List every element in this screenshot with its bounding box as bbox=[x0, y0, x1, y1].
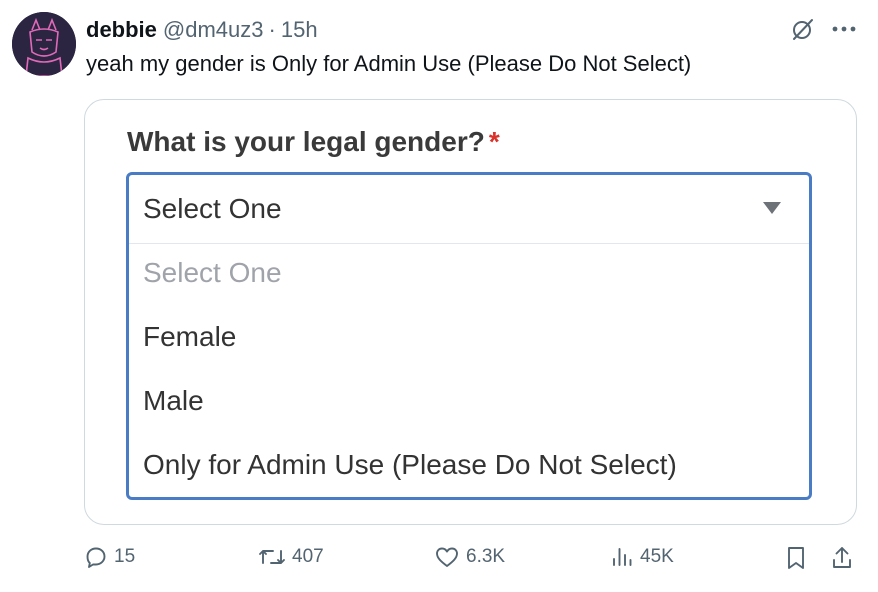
tweet-header: debbie @dm4uz3 · 15h bbox=[86, 16, 318, 44]
bookmark-button[interactable] bbox=[785, 545, 807, 571]
repost-count: 407 bbox=[292, 546, 324, 567]
tweet: debbie @dm4uz3 · 15h yeah my gender is Only… bbox=[0, 0, 878, 592]
question-label: What is your legal gender? bbox=[127, 126, 485, 157]
reply-button[interactable]: 15 bbox=[84, 545, 135, 569]
repost-button[interactable]: 407 bbox=[258, 545, 324, 569]
required-marker: * bbox=[488, 126, 500, 157]
gender-select[interactable]: Select One Select One Female Male Only f… bbox=[126, 172, 812, 500]
tweet-time[interactable]: 15h bbox=[281, 17, 318, 42]
grok-icon[interactable] bbox=[790, 16, 816, 42]
repost-icon bbox=[258, 545, 286, 569]
views-count: 45K bbox=[640, 546, 674, 567]
author-name[interactable]: debbie bbox=[86, 17, 157, 42]
reply-count: 15 bbox=[114, 546, 136, 567]
select-current-value: Select One bbox=[143, 193, 282, 224]
select-option[interactable]: Male bbox=[143, 385, 204, 417]
chevron-down-icon[interactable] bbox=[763, 201, 781, 219]
avatar-drawing bbox=[12, 12, 76, 76]
reply-icon bbox=[84, 545, 108, 569]
tweet-actions: 15 407 6.3K 45K bbox=[0, 545, 878, 579]
select-option[interactable]: Only for Admin Use (Please Do Not Select… bbox=[143, 449, 677, 481]
tweet-top-icons bbox=[790, 16, 856, 42]
views-icon bbox=[610, 545, 634, 569]
tweet-media-card[interactable]: What is your legal gender? * Select One S… bbox=[84, 99, 857, 525]
bookmark-icon bbox=[785, 545, 807, 571]
heart-icon bbox=[434, 545, 460, 569]
like-button[interactable]: 6.3K bbox=[434, 545, 505, 569]
separator-dot: · bbox=[268, 17, 276, 42]
author-handle[interactable]: @dm4uz3 bbox=[163, 17, 264, 42]
select-option[interactable]: Select One bbox=[143, 257, 282, 289]
more-icon[interactable] bbox=[832, 25, 856, 33]
avatar[interactable] bbox=[12, 12, 76, 76]
form-question: What is your legal gender? * bbox=[127, 126, 500, 158]
select-header[interactable]: Select One bbox=[129, 175, 809, 244]
views-button[interactable]: 45K bbox=[610, 545, 674, 569]
share-button[interactable] bbox=[830, 545, 854, 571]
tweet-text: yeah my gender is Only for Admin Use (Pl… bbox=[86, 51, 692, 76]
select-option[interactable]: Female bbox=[143, 321, 236, 353]
like-count: 6.3K bbox=[466, 546, 506, 567]
share-icon bbox=[830, 545, 854, 571]
